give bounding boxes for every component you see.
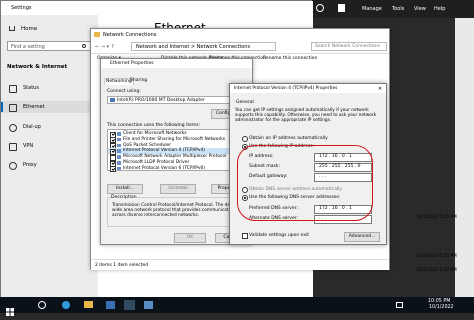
network-component-icon — [117, 149, 121, 153]
clock-date[interactable]: 10/1/2022 — [429, 305, 454, 311]
settings-sidebar: Home Find a setting Network & Internet S… — [1, 15, 98, 298]
description-group: Description Transmission Control Protoco… — [107, 195, 245, 227]
selection-indicator — [1, 102, 3, 112]
menu-tools[interactable]: Tools — [392, 6, 404, 12]
connect-using-label: Connect using: — [107, 89, 141, 94]
settings-taskbar-icon[interactable] — [124, 300, 135, 310]
intro-text: You can get IP settings assigned automat… — [235, 108, 377, 124]
globe-icon — [9, 85, 17, 93]
description-title: Description — [111, 195, 137, 201]
advanced-button[interactable]: Advanced... — [344, 232, 380, 242]
network-component-icon — [117, 161, 121, 165]
status-text: 2 items 1 item selected — [95, 263, 149, 268]
ethprops-titlebar: Ethernet Properties — [101, 59, 252, 68]
network-component-icon — [117, 155, 121, 159]
ethprops-title: Ethernet Properties — [110, 61, 154, 66]
date-text: 10/1/2022 5:55 PM — [416, 268, 457, 273]
folder-icon — [94, 32, 100, 37]
component-label: Internet Protocol Version 6 (TCP/IPv6) — [123, 165, 206, 171]
date-text: 10/1/2022 6:55 PM — [416, 254, 457, 259]
network-tray-icon[interactable] — [396, 302, 403, 308]
ipv4-title: Internet Protocol Version 4 (TCP/IPv4) P… — [234, 86, 338, 91]
install-button[interactable]: Install... — [107, 184, 143, 194]
ipv4-titlebar: Internet Protocol Version 4 (TCP/IPv4) P… — [230, 84, 386, 93]
globe-icon — [9, 162, 17, 170]
windows-start-icon[interactable] — [6, 301, 14, 316]
home-icon — [9, 26, 15, 31]
adapter-name: Intel(R) PRO/1000 MT Desktop Adapter — [117, 98, 205, 103]
network-component-icon — [117, 137, 121, 142]
sidebar-item-label: Ethernet — [23, 104, 45, 110]
flag-icon[interactable] — [338, 4, 345, 12]
obtain-ip-auto-radio[interactable] — [242, 136, 248, 142]
items-list: Client for Microsoft Networks File and Pr… — [107, 129, 245, 173]
file-explorer-icon[interactable] — [84, 301, 93, 308]
vpn-icon — [9, 143, 17, 151]
sidebar-item-label: Status — [23, 85, 39, 91]
refresh-icon[interactable] — [316, 4, 324, 12]
phone-icon — [9, 124, 17, 132]
tab-general[interactable]: General — [236, 100, 254, 106]
netconn-title: Network Connections — [103, 32, 157, 38]
sidebar-item-label: Dial-up — [23, 124, 41, 130]
network-component-icon — [117, 143, 121, 148]
menu-manage[interactable]: Manage — [362, 6, 382, 12]
network-adapter-icon — [110, 98, 115, 102]
settings-search-input[interactable]: Find a setting — [7, 41, 91, 51]
server-manager-menubar: Manage Tools View Help — [310, 0, 474, 18]
netconn-search-input[interactable]: Search Network Connections — [311, 42, 387, 51]
settings-title: Settings — [11, 5, 32, 11]
description-text: Transmission Control Protocol/Internet P… — [112, 203, 240, 219]
validate-label: Validate settings upon exit — [249, 233, 310, 238]
date-text: 10/1/2022 5:55 PM — [416, 215, 457, 220]
address-bar[interactable]: Network and Internet > Network Connectio… — [131, 42, 276, 51]
rename-button[interactable]: Rename this connection — [263, 56, 317, 62]
red-highlight-annotation — [237, 145, 373, 221]
menu-help[interactable]: Help — [434, 6, 445, 12]
close-icon[interactable]: ✕ — [378, 86, 382, 92]
breadcrumb: Network and Internet > Network Connectio… — [136, 44, 251, 50]
nav-arrows-icon[interactable]: ← → ▾ ↑ — [95, 44, 115, 50]
component-list-item[interactable]: Internet Protocol Version 6 (TCP/IPv6) — [108, 165, 245, 173]
address-bar-row: ← → ▾ ↑ Network and Internet > Network C… — [91, 40, 389, 54]
ethernet-icon — [9, 104, 17, 112]
uninstall-button[interactable]: Uninstall — [160, 184, 196, 194]
search-icon[interactable] — [38, 301, 46, 309]
search-placeholder: Find a setting — [11, 44, 45, 50]
server-manager-icon[interactable] — [106, 301, 115, 309]
server-manager-panel — [455, 18, 474, 298]
validate-checkbox[interactable] — [242, 233, 248, 239]
ok-button[interactable]: OK — [174, 233, 206, 243]
tab-sharing[interactable]: Sharing — [130, 78, 147, 84]
sidebar-item-label: Proxy — [23, 162, 37, 168]
taskbar: 10:05 PM 10/1/2022 — [0, 297, 474, 316]
network-component-icon — [117, 166, 121, 171]
search-icon — [82, 44, 86, 48]
home-link[interactable]: Home — [21, 26, 37, 32]
component-checkbox[interactable] — [110, 166, 116, 173]
sidebar-item-label: VPN — [23, 143, 34, 149]
status-bar: 2 items 1 item selected — [91, 259, 389, 270]
edge-icon[interactable] — [62, 301, 70, 309]
network-connections-taskbar-icon[interactable] — [144, 301, 153, 309]
section-title: Network & Internet — [7, 64, 68, 70]
menu-view[interactable]: View — [414, 6, 426, 12]
adapter-field: Intel(R) PRO/1000 MT Desktop Adapter — [107, 96, 245, 104]
search-placeholder: Search Network Connections — [315, 44, 380, 49]
obtain-ip-auto-label: Obtain an IP address automatically — [249, 136, 328, 141]
network-component-icon — [117, 132, 121, 136]
settings-titlebar: Settings — [1, 1, 313, 15]
items-list-inner: Client for Microsoft Networks File and Pr… — [108, 130, 245, 173]
netconn-titlebar: Network Connections — [91, 29, 389, 40]
